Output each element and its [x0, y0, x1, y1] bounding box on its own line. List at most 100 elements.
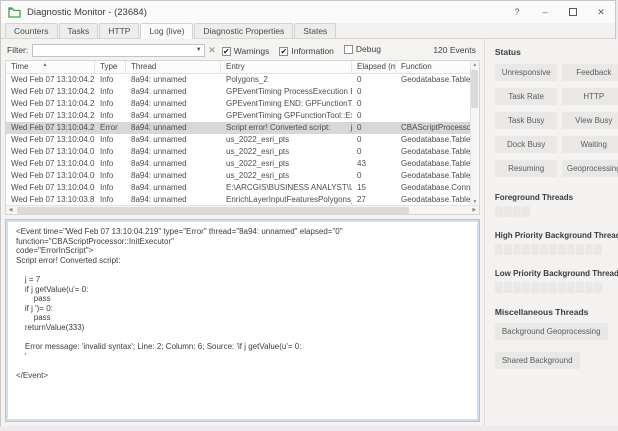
cell-thread: 8a94: unnamed [126, 182, 221, 194]
maximize-button[interactable] [559, 1, 587, 23]
status-button-unresponsive[interactable]: Unresponsive [495, 64, 558, 81]
thread-cell [576, 282, 584, 293]
minimize-button[interactable]: – [531, 1, 559, 23]
horizontal-scroll-thumb[interactable] [17, 207, 409, 214]
thread-cell [495, 206, 503, 217]
thread-cell [549, 244, 557, 255]
column-header-entry[interactable]: Entry [221, 61, 352, 73]
filter-clear-icon[interactable]: ✕ [208, 45, 216, 56]
close-button[interactable]: ✕ [587, 1, 615, 23]
status-button-dock-busy[interactable]: Dock Busy [495, 136, 558, 153]
checkbox-label: Warnings [234, 46, 270, 56]
cell-time: Wed Feb 07 13:10:04.250 [6, 74, 95, 86]
tab-http[interactable]: HTTP [99, 23, 139, 38]
cell-entry: us_2022_esri_pts [221, 158, 352, 170]
cell-elapsed: 43 [352, 158, 396, 170]
checkbox-warnings[interactable]: ✔Warnings [222, 46, 270, 56]
status-button-http[interactable]: HTTP [562, 88, 618, 105]
status-button-task-rate[interactable]: Task Rate [495, 88, 558, 105]
thread-group-1: High Priority Background Threads [495, 231, 618, 255]
checkbox-debug[interactable]: Debug [344, 44, 381, 54]
status-button-task-busy[interactable]: Task Busy [495, 112, 558, 129]
cell-elapsed: 0 [352, 134, 396, 146]
thread-cell [522, 206, 530, 217]
status-button-view-busy[interactable]: View Busy [562, 112, 618, 129]
column-header-type[interactable]: Type [95, 61, 126, 73]
cell-function [396, 98, 479, 110]
vertical-scroll-thumb[interactable] [471, 70, 478, 108]
filter-label: Filter: [7, 45, 28, 55]
thread-cell [558, 244, 566, 255]
vertical-scrollbar[interactable]: ▲ ▼ [470, 61, 479, 206]
cell-function [396, 86, 479, 98]
cell-function [396, 110, 479, 122]
filter-input[interactable] [33, 45, 193, 56]
status-button-waiting[interactable]: Waiting [562, 136, 618, 153]
table-row[interactable]: Wed Feb 07 13:10:04.241Info8a94: unnamed… [6, 110, 479, 122]
thread-cell [513, 282, 521, 293]
column-header-time[interactable]: Time▲ [6, 61, 95, 73]
status-button-geoprocessing[interactable]: Geoprocessing [562, 160, 618, 177]
misc-thread-buttons: Background Geoprocessing Shared Backgroun… [495, 323, 618, 381]
thread-cell [540, 244, 548, 255]
table-row[interactable]: Wed Feb 07 13:10:04.241Info8a94: unnamed… [6, 98, 479, 110]
status-button-feedback[interactable]: Feedback [562, 64, 618, 81]
checkbox-information[interactable]: ✔Information [279, 46, 334, 56]
table-row[interactable]: Wed Feb 07 13:10:04.219Error8a94: unname… [6, 122, 479, 134]
thread-cell [567, 244, 575, 255]
checked-checkbox-icon: ✔ [222, 47, 231, 56]
cell-function: Geodatabase.Table.O [396, 158, 479, 170]
tab-diagnostic-properties[interactable]: Diagnostic Properties [194, 23, 293, 38]
table-row[interactable]: Wed Feb 07 13:10:04.241Info8a94: unnamed… [6, 86, 479, 98]
table-row[interactable]: Wed Feb 07 13:10:04.250Info8a94: unnamed… [6, 74, 479, 86]
cell-elapsed: 0 [352, 122, 396, 134]
scroll-up-icon[interactable]: ▲ [470, 61, 479, 69]
table-row[interactable]: Wed Feb 07 13:10:04.003Info8a94: unnamed… [6, 182, 479, 194]
cell-entry: E:\ARCGIS\BUSINESS ANALYST\US_2022\ [221, 182, 352, 194]
column-header-thread[interactable]: Thread [126, 61, 221, 73]
tab-tasks[interactable]: Tasks [59, 23, 99, 38]
cell-type: Info [95, 98, 126, 110]
thread-indicator-cells [495, 206, 618, 217]
status-button-resuming[interactable]: Resuming [495, 160, 558, 177]
misc-button-shared-background[interactable]: Shared Background [495, 352, 580, 369]
filter-combobox[interactable]: ▼ [32, 44, 205, 57]
scroll-right-icon[interactable]: ▶ [470, 206, 479, 214]
cell-time: Wed Feb 07 13:10:04.051 [6, 158, 95, 170]
cell-elapsed: 0 [352, 146, 396, 158]
event-detail-pane[interactable]: <Event time="Wed Feb 07 13:10:04.219" ty… [5, 219, 480, 422]
cell-thread: 8a94: unnamed [126, 170, 221, 182]
thread-cell [495, 282, 503, 293]
table-row[interactable]: Wed Feb 07 13:10:04.051Info8a94: unnamed… [6, 158, 479, 170]
thread-cell [594, 244, 602, 255]
help-button[interactable]: ? [503, 1, 531, 23]
thread-cell [540, 282, 548, 293]
tab-states[interactable]: States [294, 23, 336, 38]
thread-cell [513, 206, 521, 217]
cell-elapsed: 0 [352, 110, 396, 122]
scroll-left-icon[interactable]: ◀ [6, 206, 15, 214]
table-row[interactable]: Wed Feb 07 13:10:04.053Info8a94: unnamed… [6, 134, 479, 146]
cell-function: Geodatabase.Table.O [396, 74, 479, 86]
cell-time: Wed Feb 07 13:10:04.008 [6, 170, 95, 182]
table-row[interactable]: Wed Feb 07 13:10:04.053Info8a94: unnamed… [6, 146, 479, 158]
combo-dropdown-icon[interactable]: ▼ [193, 47, 204, 53]
table-row[interactable]: Wed Feb 07 13:10:04.008Info8a94: unnamed… [6, 170, 479, 182]
misc-button-background-geoprocessing[interactable]: Background Geoprocessing [495, 323, 608, 340]
column-header-elapsed[interactable]: Elapsed (ms) [352, 61, 396, 73]
cell-thread: 8a94: unnamed [126, 158, 221, 170]
filter-row: Filter: ▼ ✕ ✔Warnings✔InformationDebug 1… [5, 42, 480, 58]
thread-indicator-cells [495, 282, 618, 293]
status-buttons: UnresponsiveFeedbackTask RateHTTPTask Bu… [495, 64, 618, 177]
cell-time: Wed Feb 07 13:10:04.241 [6, 86, 95, 98]
thread-cell [531, 282, 539, 293]
horizontal-scrollbar[interactable]: ◀ ▶ [6, 205, 479, 214]
thread-cell [531, 244, 539, 255]
cell-entry: GPEventTiming GPFunctionTool::Execute ( [221, 110, 352, 122]
tab-log-live-[interactable]: Log (live) [140, 23, 193, 39]
column-header-function[interactable]: Function [396, 61, 479, 73]
tab-counters[interactable]: Counters [5, 23, 58, 38]
cell-type: Info [95, 86, 126, 98]
cell-type: Info [95, 182, 126, 194]
log-table-body: Wed Feb 07 13:10:04.250Info8a94: unnamed… [6, 74, 479, 206]
